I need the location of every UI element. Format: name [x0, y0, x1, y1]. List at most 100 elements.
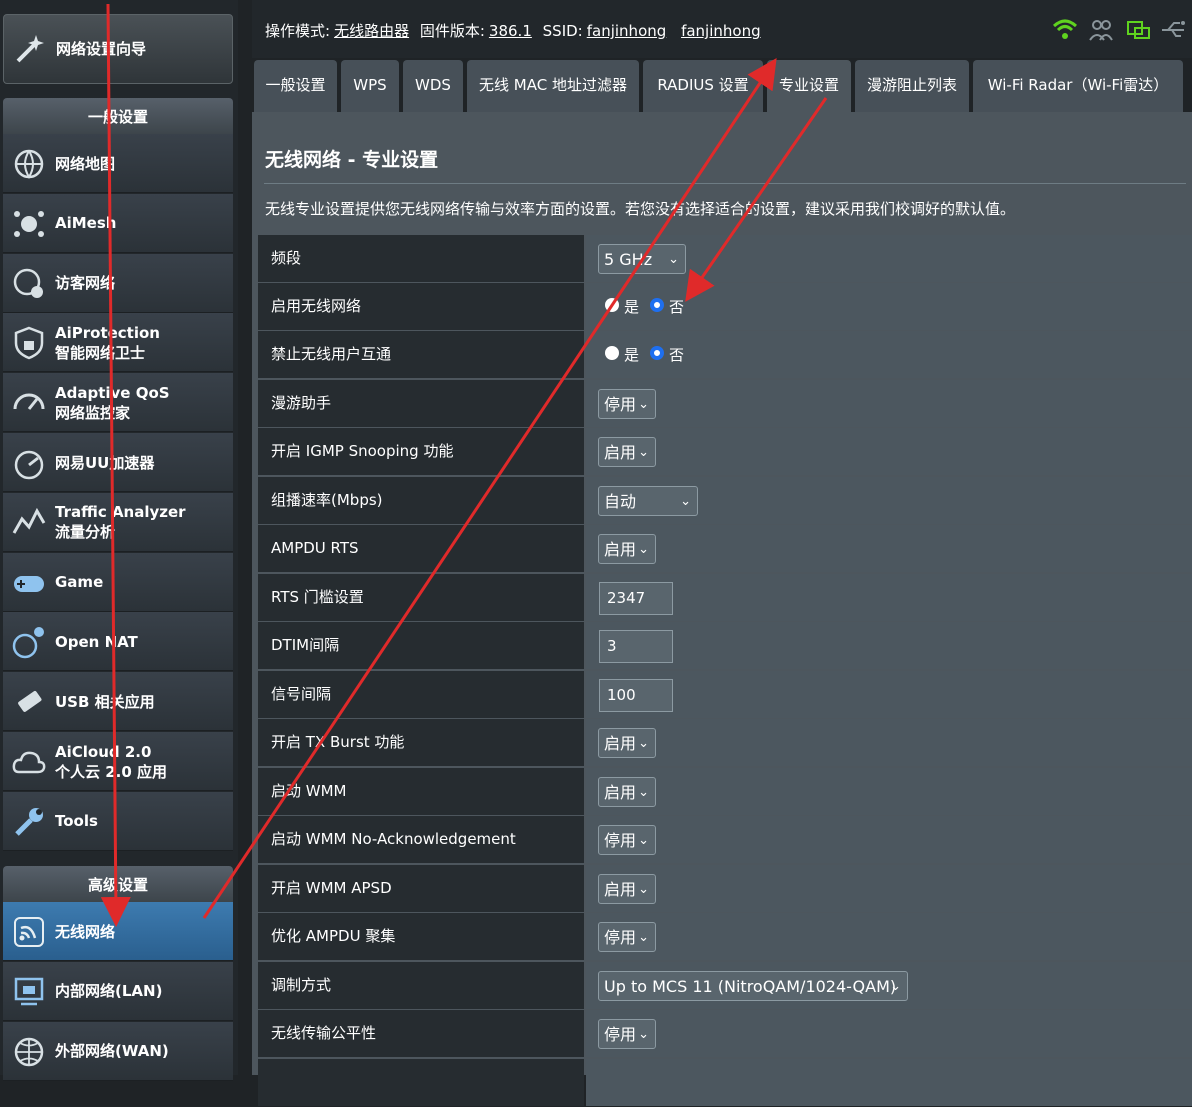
clients-icon[interactable]: [1088, 18, 1114, 42]
sidebar-item-general-3[interactable]: AiProtection 智能网络卫士: [3, 313, 233, 373]
sidebar-item-label-line1: 内部网络(LAN): [55, 982, 163, 1001]
tab-roaming-block[interactable]: 漫游阻止列表: [855, 60, 969, 112]
wifi-status-icon[interactable]: [1052, 18, 1078, 42]
setup-wizard-button[interactable]: 网络设置向导: [3, 14, 233, 84]
sidebar-item-general-10[interactable]: AiCloud 2.0 个人云 2.0 应用: [3, 732, 233, 791]
sidebar-item-label: 访客网络: [55, 254, 115, 313]
ssid-2g-link[interactable]: fanjinhong: [587, 22, 667, 40]
mode-link[interactable]: 无线路由器: [334, 22, 409, 40]
guest-network-icon: [13, 268, 43, 298]
sidebar-item-label-line1: Adaptive QoS: [55, 383, 170, 402]
wmm-noack-select[interactable]: 停用 ⌄: [598, 825, 656, 855]
wrench-icon: [15, 807, 43, 836]
sidebar-item-general-9[interactable]: USB 相关应用: [3, 672, 233, 732]
setting-label: 启动 WMM No-Acknowledgement: [258, 816, 584, 863]
tab-wifi-radar[interactable]: Wi-Fi Radar（Wi-Fi雷达）: [973, 60, 1183, 112]
setting-label: 启用无线网络: [258, 283, 584, 330]
sidebar-item-label: Adaptive QoS 网络监控家: [55, 373, 170, 432]
tx-burst-select[interactable]: 启用 ⌄: [598, 728, 656, 758]
sidebar-item-general-1[interactable]: AiMesh: [3, 193, 233, 253]
wizard-label: 网络设置向导: [56, 40, 147, 58]
sidebar-item-general-2[interactable]: 访客网络: [3, 253, 233, 313]
setting-label: AMPDU RTS: [258, 525, 584, 572]
sidebar-item-general-7[interactable]: Game: [3, 552, 233, 612]
ampdu-rts-select[interactable]: 启用 ⌄: [598, 534, 656, 564]
sidebar-item-advanced-2[interactable]: 外部网络(WAN): [3, 1021, 233, 1081]
sidebar-item-label: 无线网络: [55, 902, 115, 961]
chevron-down-icon: ⌄: [638, 736, 649, 751]
ssid-5g-link[interactable]: fanjinhong: [681, 22, 761, 40]
advanced-settings-header: 高级设置: [3, 866, 233, 902]
setting-label: 调制方式: [258, 962, 584, 1009]
beacon-interval-input[interactable]: 100: [599, 679, 673, 712]
setting-row-wmm-apsd: 开启 WMM APSD 启用 ⌄: [258, 865, 1192, 913]
general-settings-header: 一般设置: [3, 98, 233, 134]
setting-row-beacon-interval: 信号间隔 100: [258, 671, 1192, 719]
rts-threshold-input[interactable]: 2347: [599, 582, 673, 615]
sidebar-item-label: 网易UU加速器: [55, 433, 154, 492]
setting-row-airtime-fairness: 无线传输公平性 停用 ⌄: [258, 1010, 1192, 1058]
band-select[interactable]: 5 GHz ⌄: [598, 244, 686, 274]
enable-wireless-yes-radio[interactable]: [605, 298, 619, 312]
ap-isolation-yes-radio[interactable]: [605, 346, 619, 360]
dtim-interval-input[interactable]: 3: [599, 630, 673, 663]
wifi-icon: [14, 917, 44, 947]
internet-status-icon[interactable]: [1126, 18, 1152, 42]
sidebar-item-label: Game: [55, 553, 103, 612]
firmware-link[interactable]: 386.1: [489, 22, 532, 40]
sidebar-item-label: 内部网络(LAN): [55, 962, 162, 1021]
ap-isolation-no-radio[interactable]: [650, 346, 664, 360]
sidebar-item-label-line1: AiCloud 2.0: [55, 742, 152, 761]
setting-row-partial: [258, 1059, 1192, 1107]
sidebar-item-label-line1: 网络地图: [55, 154, 116, 173]
airtime-fairness-select[interactable]: 停用 ⌄: [598, 1019, 656, 1049]
tab-mac-filter[interactable]: 无线 MAC 地址过滤器: [467, 60, 639, 112]
gamepad-icon: [14, 575, 44, 592]
multicast-rate-select[interactable]: 自动 ⌄: [598, 486, 698, 516]
sidebar-item-general-8[interactable]: Open NAT: [3, 612, 233, 672]
wmm-apsd-select[interactable]: 启用 ⌄: [598, 874, 656, 904]
sidebar-item-label-line1: 网易UU加速器: [55, 453, 155, 472]
tab-professional[interactable]: 专业设置: [767, 60, 851, 112]
modulation-select[interactable]: Up to MCS 11 (NitroQAM/1024-QAM) ⌄: [598, 971, 908, 1001]
sidebar-item-label: 外部网络(WAN): [55, 1022, 169, 1081]
sidebar-item-general-5[interactable]: 网易UU加速器: [3, 433, 233, 492]
sidebar-item-label-line2: 网络监控家: [55, 403, 131, 422]
wmm-select[interactable]: 启用 ⌄: [598, 777, 656, 807]
sidebar-item-general-11[interactable]: Tools: [3, 791, 233, 851]
band-select-value: 5 GHz: [604, 250, 653, 269]
setting-row-dtim-interval: DTIM间隔 3: [258, 622, 1192, 670]
wan-globe-icon: [14, 1037, 44, 1066]
analyzer-icon: [12, 507, 46, 534]
setting-row-rts-threshold: RTS 门槛设置 2347: [258, 574, 1192, 622]
sidebar-item-advanced-0[interactable]: 无线网络: [3, 902, 233, 961]
tab-general[interactable]: 一般设置: [254, 60, 337, 112]
ampdu-aggregation-select[interactable]: 停用 ⌄: [598, 922, 656, 952]
sidebar-item-advanced-1[interactable]: 内部网络(LAN): [3, 961, 233, 1021]
usb-icon: [18, 691, 42, 713]
tab-radius[interactable]: RADIUS 设置: [643, 60, 763, 112]
tab-wds[interactable]: WDS: [403, 60, 463, 112]
sidebar-item-label: AiProtection 智能网络卫士: [55, 313, 160, 372]
status-icons: [1050, 16, 1190, 44]
setting-label: 无线传输公平性: [258, 1010, 584, 1057]
sidebar-item-general-4[interactable]: Adaptive QoS 网络监控家: [3, 373, 233, 433]
chevron-down-icon: ⌄: [638, 785, 649, 800]
page-description: 无线专业设置提供您无线网络传输与效率方面的设置。若您没有选择适合的设置，建议采用…: [265, 200, 1016, 218]
setting-label: 开启 WMM APSD: [258, 865, 584, 912]
chevron-down-icon: ⌄: [638, 1027, 649, 1042]
setting-label: 禁止无线用户互通: [258, 331, 584, 378]
title-divider: [264, 183, 1186, 184]
setting-row-ap-isolation: 禁止无线用户互通 是 否: [258, 331, 1192, 379]
usb-status-icon[interactable]: [1160, 20, 1188, 40]
tab-wps[interactable]: WPS: [341, 60, 399, 112]
speedometer-icon: [14, 450, 44, 480]
sidebar-item-general-6[interactable]: Traffic Analyzer 流量分析: [3, 492, 233, 552]
enable-wireless-no-radio[interactable]: [650, 298, 664, 312]
igmp-snooping-select[interactable]: 启用 ⌄: [598, 437, 656, 467]
select-value: 启用: [604, 734, 637, 753]
roaming-assistant-select[interactable]: 停用 ⌄: [598, 389, 656, 419]
sidebar-item-label-line1: Traffic Analyzer: [55, 503, 186, 522]
status-line: 操作模式: 无线路由器 固件版本: 386.1 SSID: fanjinhong fa…: [265, 20, 767, 41]
sidebar-item-general-0[interactable]: 网络地图: [3, 134, 233, 193]
